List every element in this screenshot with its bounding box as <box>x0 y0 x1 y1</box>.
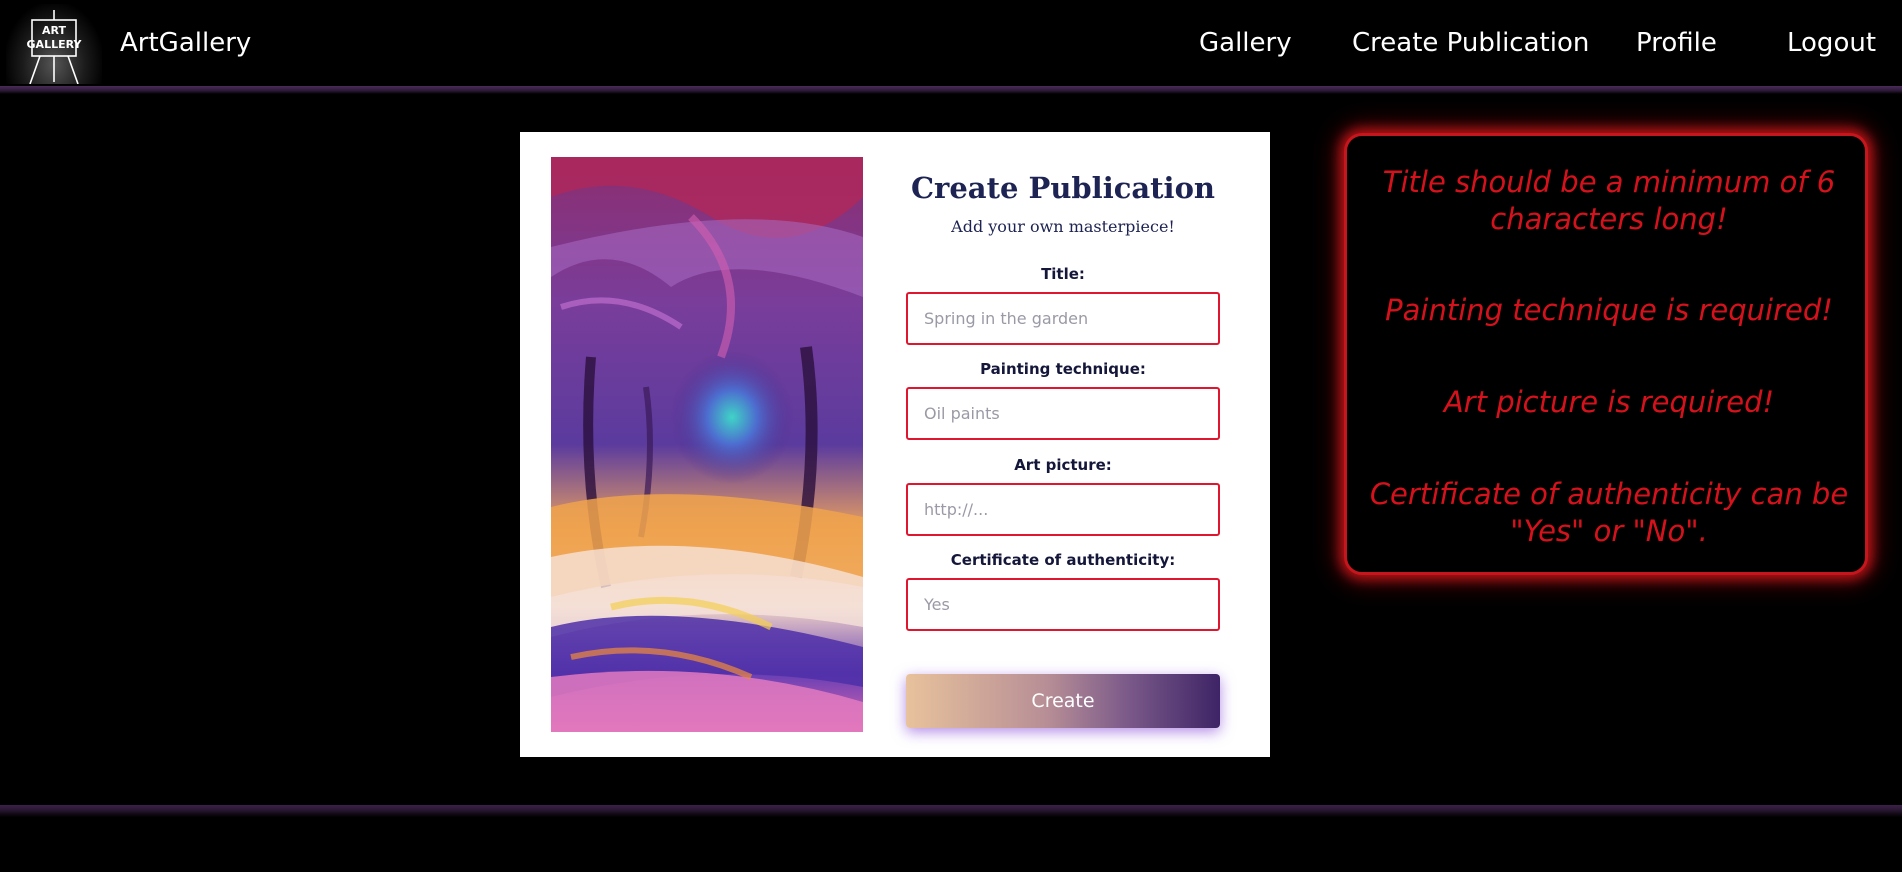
create-button[interactable]: Create <box>906 674 1220 728</box>
create-publication-card: Create Publication Add your own masterpi… <box>520 132 1270 757</box>
painting-artwork <box>551 157 863 732</box>
error-title: Title should be a minimum of 6 character… <box>1382 165 1836 236</box>
form-subtitle: Add your own masterpiece! <box>951 217 1175 236</box>
technique-input[interactable] <box>906 387 1220 440</box>
art-picture-label: Art picture: <box>1014 456 1112 474</box>
nav-profile[interactable]: Profile <box>1636 28 1717 58</box>
logo-text-top: ART <box>42 24 66 37</box>
title-label: Title: <box>1041 265 1085 283</box>
certificate-input[interactable] <box>906 578 1220 631</box>
error-certificate: Certificate of authenticity can be "Yes"… <box>1369 477 1849 548</box>
footer-divider <box>0 805 1902 817</box>
error-art-picture: Art picture is required! <box>1443 385 1775 419</box>
brand-name[interactable]: ArtGallery <box>120 28 251 58</box>
art-picture-input[interactable] <box>906 483 1220 536</box>
art-gallery-logo[interactable]: ART GALLERY <box>6 4 102 84</box>
top-navbar: ART GALLERY ArtGallery Gallery Create Pu… <box>0 0 1902 88</box>
technique-label: Painting technique: <box>980 360 1146 378</box>
nav-gallery[interactable]: Gallery <box>1199 28 1292 58</box>
header-divider <box>0 86 1902 94</box>
validation-errors-panel: Title should be a minimum of 6 character… <box>1344 133 1868 575</box>
form-title: Create Publication <box>910 171 1216 205</box>
certificate-label: Certificate of authenticity: <box>950 551 1176 569</box>
title-input[interactable] <box>906 292 1220 345</box>
logo-text-bottom: GALLERY <box>27 38 83 51</box>
nav-logout[interactable]: Logout <box>1787 28 1876 58</box>
error-technique: Painting technique is required! <box>1385 293 1833 327</box>
easel-icon: ART GALLERY <box>27 10 83 84</box>
nav-create-publication[interactable]: Create Publication <box>1352 28 1589 58</box>
painting-image <box>551 157 863 732</box>
